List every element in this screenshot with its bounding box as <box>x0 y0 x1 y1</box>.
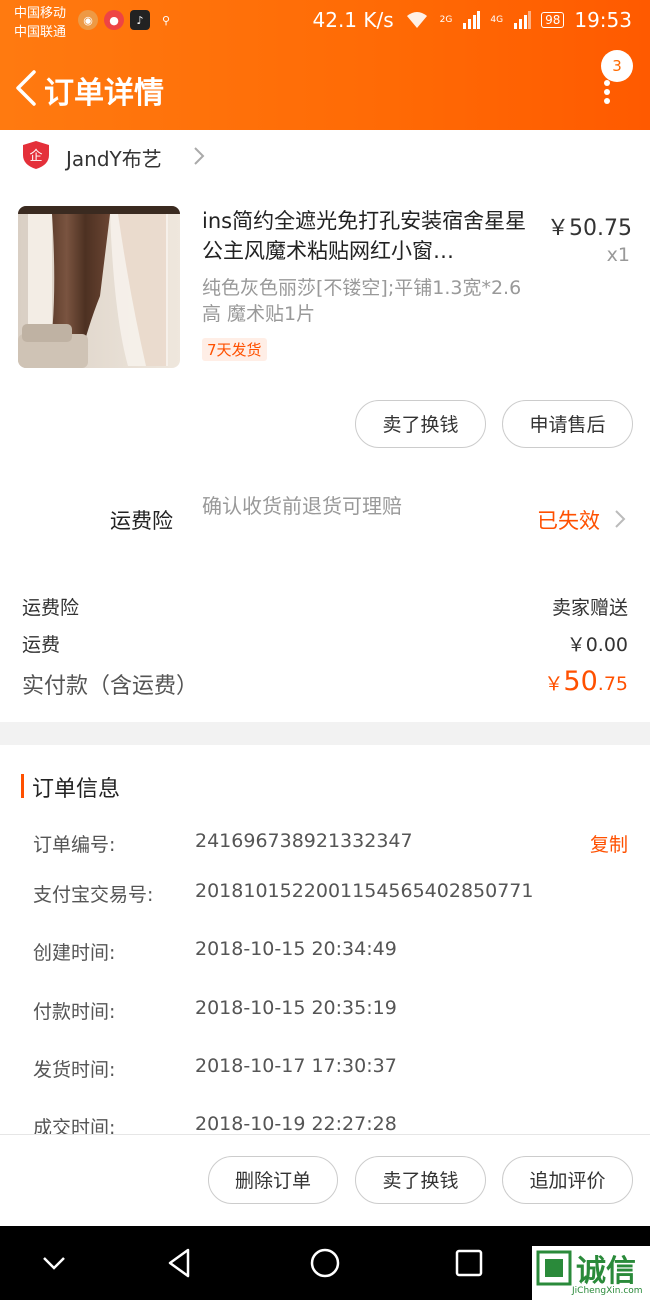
fee-value: 卖家赠送 <box>551 597 628 619</box>
notification-icons: ◉ ● ♪ ⚲ <box>78 10 176 30</box>
order-number-label: 订单编号: <box>33 834 116 856</box>
amount-integer: 50 <box>563 666 598 697</box>
created-time-label: 创建时间: <box>33 942 116 964</box>
product-title[interactable]: ins简约全遮光免打孔安装宿舍星星公主风魔术粘贴网红小窗… <box>202 206 532 266</box>
paid-time-value: 2018-10-15 20:35:19 <box>195 997 397 1019</box>
insurance-chevron-icon[interactable] <box>613 508 627 530</box>
fee-label: 运费 <box>22 634 61 656</box>
fee-label: 运费险 <box>22 597 80 619</box>
resell-button[interactable]: 卖了换钱 <box>355 400 486 448</box>
watermark-text: 诚信 <box>576 1254 636 1289</box>
carrier-info: 中国移动 中国联通 <box>14 4 66 42</box>
watermark-logo: 诚信 JiChengXin.com <box>532 1246 650 1300</box>
shipped-time-label: 发货时间: <box>33 1059 116 1081</box>
message-badge[interactable]: 3 <box>601 50 633 82</box>
search-app-icon: ⚲ <box>161 13 171 27</box>
nav-home-icon[interactable] <box>307 1245 343 1281</box>
svg-text:企: 企 <box>29 148 42 164</box>
watermark-seal-icon <box>536 1250 572 1286</box>
wifi-icon <box>406 12 427 28</box>
clock: 19:53 <box>574 8 632 32</box>
nav-recents-icon[interactable] <box>451 1245 487 1281</box>
back-icon[interactable] <box>12 68 44 108</box>
tiktok-icon: ♪ <box>130 10 150 30</box>
more-menu-icon[interactable] <box>598 78 616 106</box>
section-accent-bar <box>21 774 24 798</box>
shop-chevron-icon <box>194 147 205 165</box>
signal-icon-2 <box>514 11 532 29</box>
page-title: 订单详情 <box>44 76 164 111</box>
total-paid-label: 实付款（含运费） <box>22 674 199 699</box>
curtain-image <box>18 206 180 368</box>
paid-time-label: 付款时间: <box>33 1001 116 1023</box>
network-speed: 42.1 K/s <box>312 8 394 32</box>
app-header: 中国移动 中国联通 ◉ ● ♪ ⚲ 42.1 K/s 2G 4G 98 19:5… <box>0 0 650 130</box>
product-price: ￥50.75 <box>547 216 632 241</box>
shipping-tag: 7天发货 <box>202 338 267 361</box>
shipped-time-value: 2018-10-17 17:30:37 <box>195 1055 397 1077</box>
fee-value: ￥0.00 <box>566 634 628 656</box>
currency-symbol: ￥ <box>544 673 564 695</box>
alipay-trade-value: 2018101522001154565402850771 <box>195 880 534 902</box>
shop-badge-icon: 企 <box>23 141 49 169</box>
battery-icon: 98 <box>541 12 565 28</box>
total-paid-amount: ￥50.75 <box>544 666 628 697</box>
status-right: 42.1 K/s 2G 4G 98 19:53 <box>313 8 633 32</box>
watermark-subtext: JiChengXin.com <box>572 1286 643 1296</box>
deal-time-value: 2018-10-19 22:27:28 <box>195 1113 397 1135</box>
nav-collapse-icon[interactable] <box>36 1245 72 1281</box>
product-thumbnail[interactable] <box>18 206 180 368</box>
weibo-icon: ◉ <box>78 10 98 30</box>
signal-icon <box>463 11 481 29</box>
shipping-insurance-status[interactable]: 已失效 <box>537 505 600 535</box>
shop-name[interactable]: JandY布艺 <box>66 143 162 172</box>
created-time-value: 2018-10-15 20:34:49 <box>195 938 397 960</box>
amount-decimal: .75 <box>597 673 628 695</box>
product-quantity: x1 <box>606 244 630 266</box>
carrier-2: 中国联通 <box>14 25 67 40</box>
delete-order-button[interactable]: 删除订单 <box>208 1156 338 1204</box>
shipping-insurance-label: 运费险 <box>110 509 173 533</box>
network-2g: 2G <box>439 15 453 25</box>
add-review-button[interactable]: 追加评价 <box>502 1156 633 1204</box>
copy-button[interactable]: 复制 <box>590 830 628 857</box>
product-sku: 纯色灰色丽莎[不镂空];平铺1.3宽*2.6高 魔术贴1片 <box>202 277 522 325</box>
nav-back-icon[interactable] <box>162 1245 198 1281</box>
order-info-title: 订单信息 <box>32 777 121 802</box>
shipping-insurance-desc: 确认收货前退货可理赔 <box>202 494 402 518</box>
carrier-1: 中国移动 <box>14 6 67 21</box>
network-4g: 4G <box>490 15 504 25</box>
alipay-trade-label: 支付宝交易号: <box>33 884 154 906</box>
after-sale-button[interactable]: 申请售后 <box>502 400 633 448</box>
resell-button-bottom[interactable]: 卖了换钱 <box>355 1156 486 1204</box>
app-icon: ● <box>104 10 124 30</box>
order-number-value: 241696738921332347 <box>195 830 413 852</box>
